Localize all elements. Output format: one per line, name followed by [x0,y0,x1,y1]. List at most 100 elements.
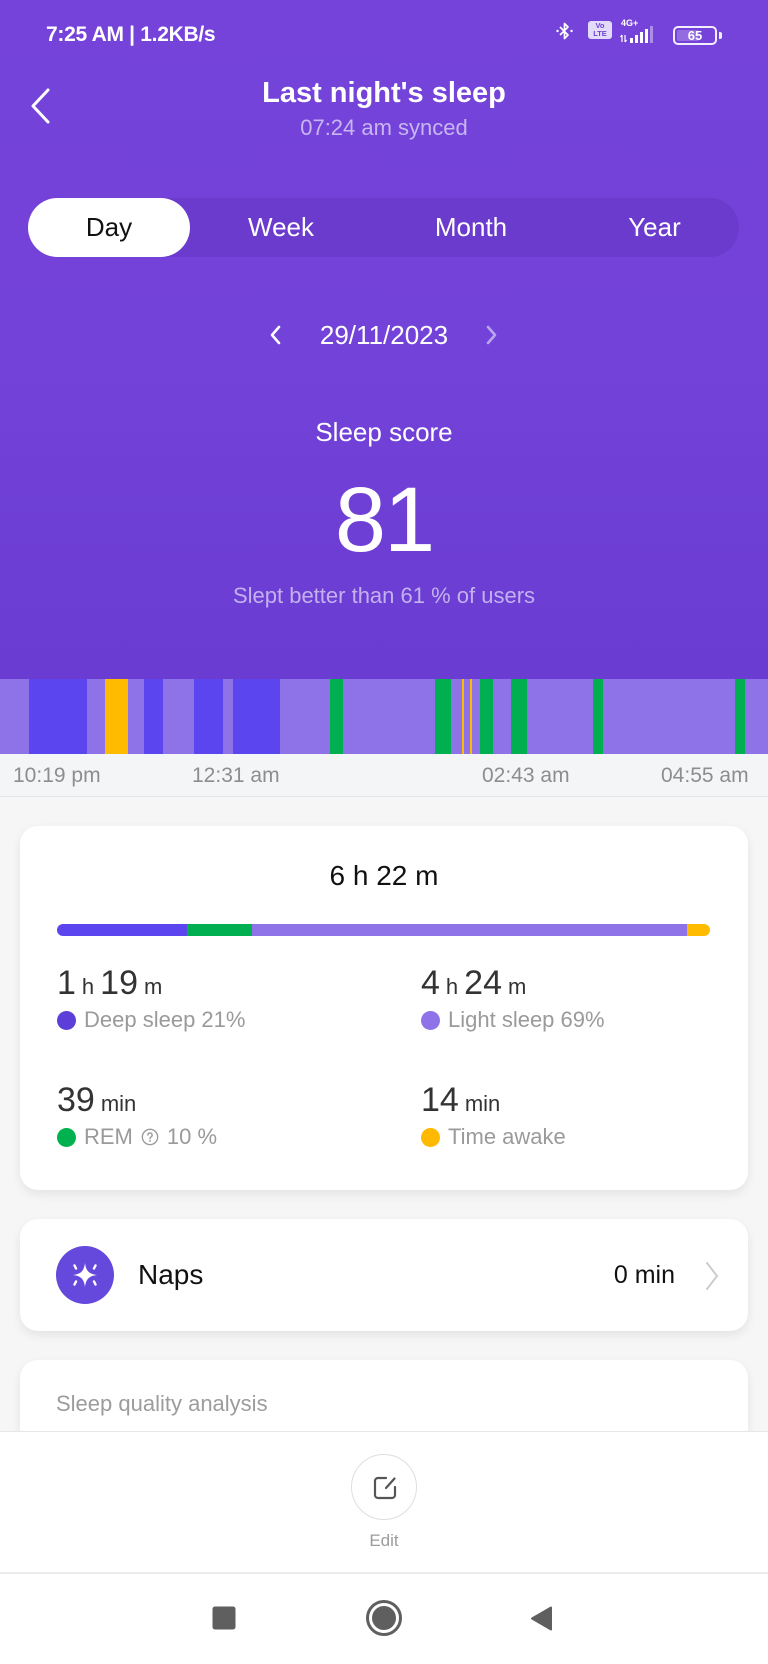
sleep-score-label: Sleep score [315,417,453,447]
system-nav-bar [0,1572,768,1664]
chevron-right-icon [486,325,497,345]
page-title: Last night's sleep [262,77,506,109]
timeline-segment-light [450,679,463,754]
stat-label: Time awake [448,1124,566,1149]
back-icon[interactable] [529,1605,553,1632]
tab-week[interactable]: Week [190,198,372,257]
stat-number: 14 [421,1081,459,1119]
timeline-segment-light [602,679,735,754]
stat-label: Light sleep 69% [448,1007,605,1032]
light-sleep-dot-icon [421,1010,440,1030]
current-date: 29/11/2023 [319,320,449,350]
timeline-segment-light [744,679,768,754]
period-tabs: Day Week Month Year [28,198,739,257]
stat-unit: m [508,974,527,999]
naps-card[interactable]: Naps 0 min [20,1219,748,1331]
stat-unit: h [81,974,95,999]
total-sleep-duration: 6 h 22 m [329,860,439,891]
recents-icon[interactable] [212,1606,236,1630]
timeline-segment-rem [330,679,344,754]
timeline-segment-light [128,679,145,754]
stat-unit: h [445,974,459,999]
edit-icon [373,1476,397,1500]
naps-value: 0 min [613,1261,675,1289]
stat-number: 24 [464,964,502,1002]
tab-day[interactable]: Day [28,198,190,257]
timeline-segment-rem [510,679,527,754]
rem-dot-icon [57,1127,76,1147]
timeline-segment-light [162,679,195,754]
stat-value: 4 h 24 m [421,963,605,1003]
timeline-segment-light [343,679,435,754]
next-date-button[interactable] [483,324,499,346]
help-circle-icon[interactable] [141,1128,159,1146]
stage-distribution-bar [57,924,710,936]
awake-dot-icon [421,1127,440,1147]
timeline-segment-rem [592,679,603,754]
timeline-segment-light [280,679,331,754]
timeline-segment-deep [29,679,87,754]
timeline-segment-light [493,679,511,754]
stat-value: 14 min [421,1080,566,1120]
axis-tick-label: 10:19 pm [13,764,101,787]
stat-label: Deep sleep 21% [84,1007,246,1032]
edit-button[interactable] [351,1454,417,1520]
sleep-score-comparison: Slept better than 61 % of users [232,583,536,608]
battery-level: 65 [687,28,703,43]
naps-label: Naps [138,1259,204,1290]
timeline-segment-light [86,679,106,754]
stat-percent: 10 % [166,1124,218,1149]
timeline-segment-rem [480,679,494,754]
stat-unit: min [100,1091,137,1116]
volte-icon: Vo LTE [588,21,612,39]
timeline-segment-light [526,679,593,754]
sleep-stage-timeline[interactable] [0,679,768,754]
signal-icon: 4G+ [619,18,667,44]
stat-light-sleep: 4 h 24 m Light sleep 69% [421,963,605,1035]
axis-tick-label: 02:43 am [482,764,570,787]
stat-time-awake: 14 min Time awake [421,1080,566,1152]
battery-nub [719,32,722,39]
battery-icon: 65 [673,26,717,45]
home-icon[interactable] [366,1600,402,1636]
stat-unit: min [464,1091,501,1116]
sync-status: 07:24 am synced [300,115,468,140]
sleep-summary-card: 6 h 22 m 1 h 19 m Deep sleep 21% 4 h 24 m Ligh… [20,826,748,1190]
axis-tick-label: 04:55 am [661,764,749,787]
stat-number: 4 [421,964,440,1002]
timeline-segment-deep [144,679,163,754]
timeline-segment-light [0,679,30,754]
deep-sleep-dot-icon [57,1010,76,1030]
sleep-quality-title: Sleep quality analysis [56,1391,268,1416]
stat-deep-sleep: 1 h 19 m Deep sleep 21% [57,963,245,1035]
volte-bottom-text: LTE [593,29,607,38]
stat-rem: 39 min REM 10 % [57,1080,217,1152]
stat-number: 19 [100,964,138,1002]
stat-unit: m [144,974,163,999]
timeline-segment-light [472,679,480,754]
distribution-segment-light [251,924,687,936]
status-time: 7:25 AM | 1.2KB/s [46,23,216,46]
axis-tick-label: 12:31 am [192,764,280,787]
timeline-segment-awake [105,679,129,754]
distribution-segment-rem [187,924,252,936]
timeline-segment-deep [194,679,223,754]
stat-number: 39 [57,1081,95,1119]
timeline-segment-rem [734,679,745,754]
timeline-segment-rem [434,679,451,754]
distribution-segment-deep [57,924,188,936]
sleep-score-value: 81 [334,469,435,571]
signal-bars-icon [620,26,653,43]
stat-number: 1 [57,964,76,1002]
timeline-segment-deep [232,679,281,754]
chevron-right-icon [706,1262,718,1290]
timeline-axis: 10:19 pm 12:31 am 02:43 am 04:55 am [0,754,768,797]
stat-value: 1 h 19 m [57,963,245,1003]
sparkle-icon [56,1246,114,1304]
tab-month[interactable]: Month [372,198,570,257]
stat-value: 39 min [57,1080,217,1120]
bluetooth-icon [556,22,573,40]
tab-year[interactable]: Year [570,198,739,257]
edit-label: Edit [369,1531,399,1550]
header: 7:25 AM | 1.2KB/s Vo LTE 4G+ 65 Last nig… [0,0,768,679]
